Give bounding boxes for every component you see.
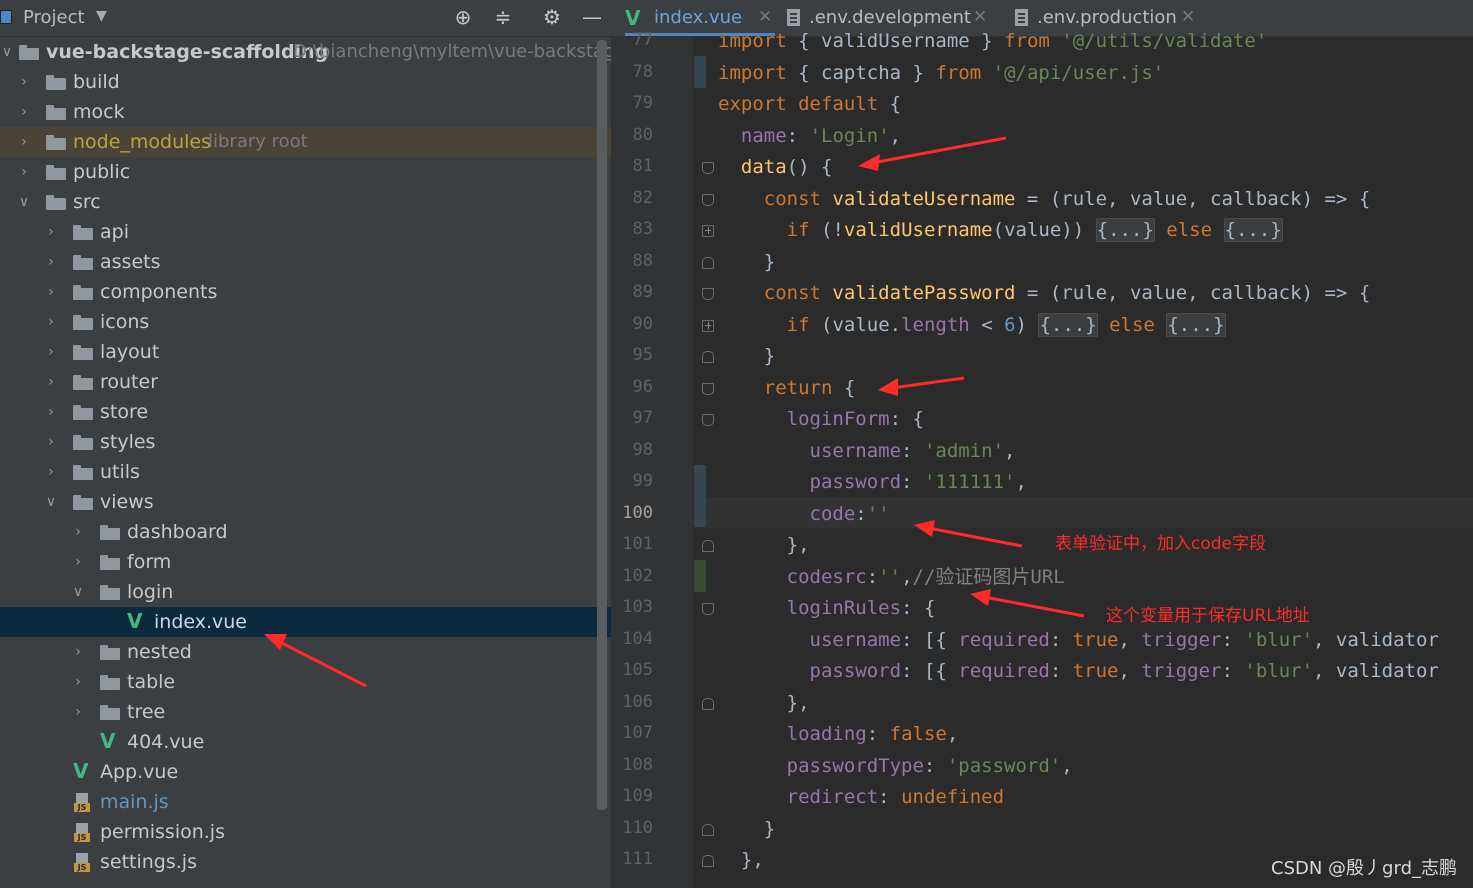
annotation-arrow: [264, 634, 367, 688]
annotation-arrow: [914, 520, 1023, 548]
annotation-arrows: [264, 136, 1085, 688]
annotation-code-field: 表单验证中，加入code字段: [1055, 534, 1266, 554]
annotation-arrow: [970, 589, 1085, 618]
annotation-arrow: [878, 376, 965, 396]
watermark: CSDN @殷丿grd_志鹏: [1271, 858, 1457, 879]
annotation-arrow: [858, 136, 1007, 171]
annotation-url-variable: 这个变量用于保存URL地址: [1106, 606, 1310, 626]
